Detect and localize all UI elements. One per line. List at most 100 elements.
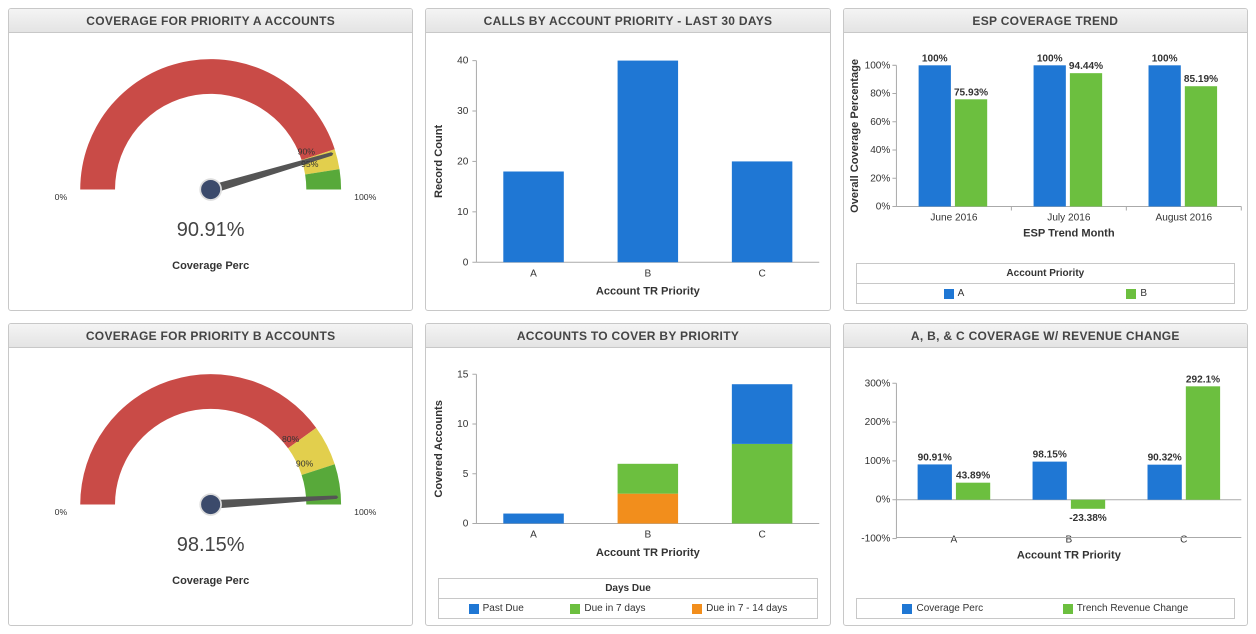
svg-text:A: A [531,530,538,541]
panel-title: A, B, & C COVERAGE W/ REVENUE CHANGE [844,324,1247,348]
svg-text:40: 40 [457,56,469,67]
cover-chart: 0 5 10 15 A B C Account TR Priority Covered Acco… [426,348,829,578]
svg-text:C: C [1180,535,1187,546]
legend-item: Coverage Perc [902,603,983,614]
panel-title: ESP COVERAGE TREND [844,9,1247,33]
legend-label: Trench Revenue Change [1077,603,1188,614]
panel-title: ACCOUNTS TO COVER BY PRIORITY [426,324,829,348]
svg-text:15: 15 [457,369,469,380]
svg-text:10: 10 [457,207,469,218]
esp-legend-items: A B [856,284,1235,304]
svg-text:5: 5 [463,469,469,480]
rev-legend: Coverage Perc Trench Revenue Change [856,598,1235,619]
svg-text:Overall Coverage Percentage: Overall Coverage Percentage [849,59,861,213]
svg-text:100%: 100% [922,53,948,64]
gauge-value: 98.15% [9,534,412,557]
esp-chart: 0% 20% 40% 60% 80% 100% 100% 75.93% June 2016 100… [844,33,1247,263]
svg-text:B: B [645,268,652,279]
svg-text:100%: 100% [864,60,890,71]
legend-item: A [944,288,965,299]
gauge-b: 0% 100% 80% 90% 98.15% Coverage Perc [9,348,412,625]
svg-text:0%: 0% [875,495,890,506]
rev-chart: -100%0%100%200%300%90.91%43.89%A98.15%-2… [844,348,1247,598]
gauge-caption: Coverage Perc [9,260,412,272]
svg-text:60%: 60% [870,117,890,128]
svg-text:10: 10 [457,419,469,430]
panel-esp: ESP COVERAGE TREND 0% 20% 40% 60% 80% 100% 100… [843,8,1248,311]
calls-chart: 0 10 20 30 40 A B C Account TR Priority Record Co… [426,33,829,310]
gauge-max-label: 100% [354,507,376,517]
svg-text:Covered Accounts: Covered Accounts [433,400,445,497]
svg-text:Account TR Priority: Account TR Priority [1017,550,1122,562]
gauge-threshold-2: 95% [301,159,319,169]
svg-text:300%: 300% [864,378,890,389]
svg-text:Record Count: Record Count [433,124,445,198]
panel-gauge-b: COVERAGE FOR PRIORITY B ACCOUNTS [8,323,413,626]
svg-text:80%: 80% [870,89,890,100]
svg-text:A: A [950,535,957,546]
panel-gauge-a: COVERAGE FOR PRIORITY A ACCOUNTS [8,8,413,311]
panel-title: COVERAGE FOR PRIORITY B ACCOUNTS [9,324,412,348]
svg-text:85.19%: 85.19% [1184,74,1218,85]
svg-text:20: 20 [457,156,469,167]
svg-text:100%: 100% [1036,53,1062,64]
svg-text:100%: 100% [1151,53,1177,64]
legend-item: B [1126,288,1147,299]
svg-text:ESP Trend Month: ESP Trend Month [1023,228,1115,240]
legend-title: Days Due [605,583,651,594]
legend-label: Past Due [483,603,524,614]
svg-text:30: 30 [457,106,469,117]
panel-title: COVERAGE FOR PRIORITY A ACCOUNTS [9,9,412,33]
svg-text:0: 0 [463,519,469,530]
svg-text:43.89%: 43.89% [956,471,990,482]
cover-legend-title-row: Days Due [438,578,817,599]
svg-text:98.15%: 98.15% [1032,450,1066,461]
gauge-a: 0% 100% 90% 95% 90.91% Coverage Perc [9,33,412,310]
panel-cover: ACCOUNTS TO COVER BY PRIORITY 0 5 10 15 A B C A… [425,323,830,626]
gauge-max-label: 100% [354,192,376,202]
panel-rev: A, B, & C COVERAGE W/ REVENUE CHANGE -10… [843,323,1248,626]
gauge-threshold-1: 90% [298,147,316,157]
svg-text:75.93%: 75.93% [954,87,988,98]
svg-text:40%: 40% [870,145,890,156]
svg-text:100%: 100% [864,456,890,467]
svg-text:C: C [759,530,766,541]
gauge-value: 90.91% [9,219,412,242]
legend-item: Past Due [469,603,524,614]
gauge-caption: Coverage Perc [9,575,412,587]
cover-legend: Past Due Due in 7 days Due in 7 - 14 day… [438,599,817,619]
legend-label: B [1140,288,1147,299]
esp-legend: Account Priority [856,263,1235,284]
svg-text:A: A [531,268,538,279]
svg-text:B: B [1065,535,1072,546]
svg-text:-23.38%: -23.38% [1069,513,1107,524]
svg-text:94.44%: 94.44% [1069,61,1103,72]
legend-title: Account Priority [1006,268,1084,279]
svg-text:-100%: -100% [861,534,890,545]
gauge-min-label: 0% [55,192,68,202]
svg-text:B: B [645,530,652,541]
svg-text:90.91%: 90.91% [917,452,951,463]
panel-calls: ▾ CALLS BY ACCOUNT PRIORITY - LAST 30 DA… [425,8,830,311]
svg-text:July 2016: July 2016 [1047,213,1091,224]
svg-text:Account TR Priority: Account TR Priority [596,286,701,298]
svg-text:C: C [759,268,766,279]
svg-text:0%: 0% [875,202,890,213]
legend-item: Due in 7 - 14 days [692,603,787,614]
gauge-min-label: 0% [55,507,68,517]
svg-text:0: 0 [463,257,469,268]
svg-text:Account TR Priority: Account TR Priority [596,547,701,559]
svg-text:292.1%: 292.1% [1186,374,1220,385]
legend-label: Due in 7 days [584,603,645,614]
panel-title: CALLS BY ACCOUNT PRIORITY - LAST 30 DAYS [426,9,829,33]
legend-label: Due in 7 - 14 days [706,603,787,614]
svg-text:90.32%: 90.32% [1147,453,1181,464]
svg-text:June 2016: June 2016 [930,213,977,224]
svg-text:August 2016: August 2016 [1155,213,1212,224]
gauge-threshold-2: 90% [296,458,314,468]
legend-label: A [958,288,965,299]
legend-item: Due in 7 days [570,603,645,614]
legend-label: Coverage Perc [916,603,983,614]
svg-text:20%: 20% [870,173,890,184]
gauge-threshold-1: 80% [282,434,300,444]
